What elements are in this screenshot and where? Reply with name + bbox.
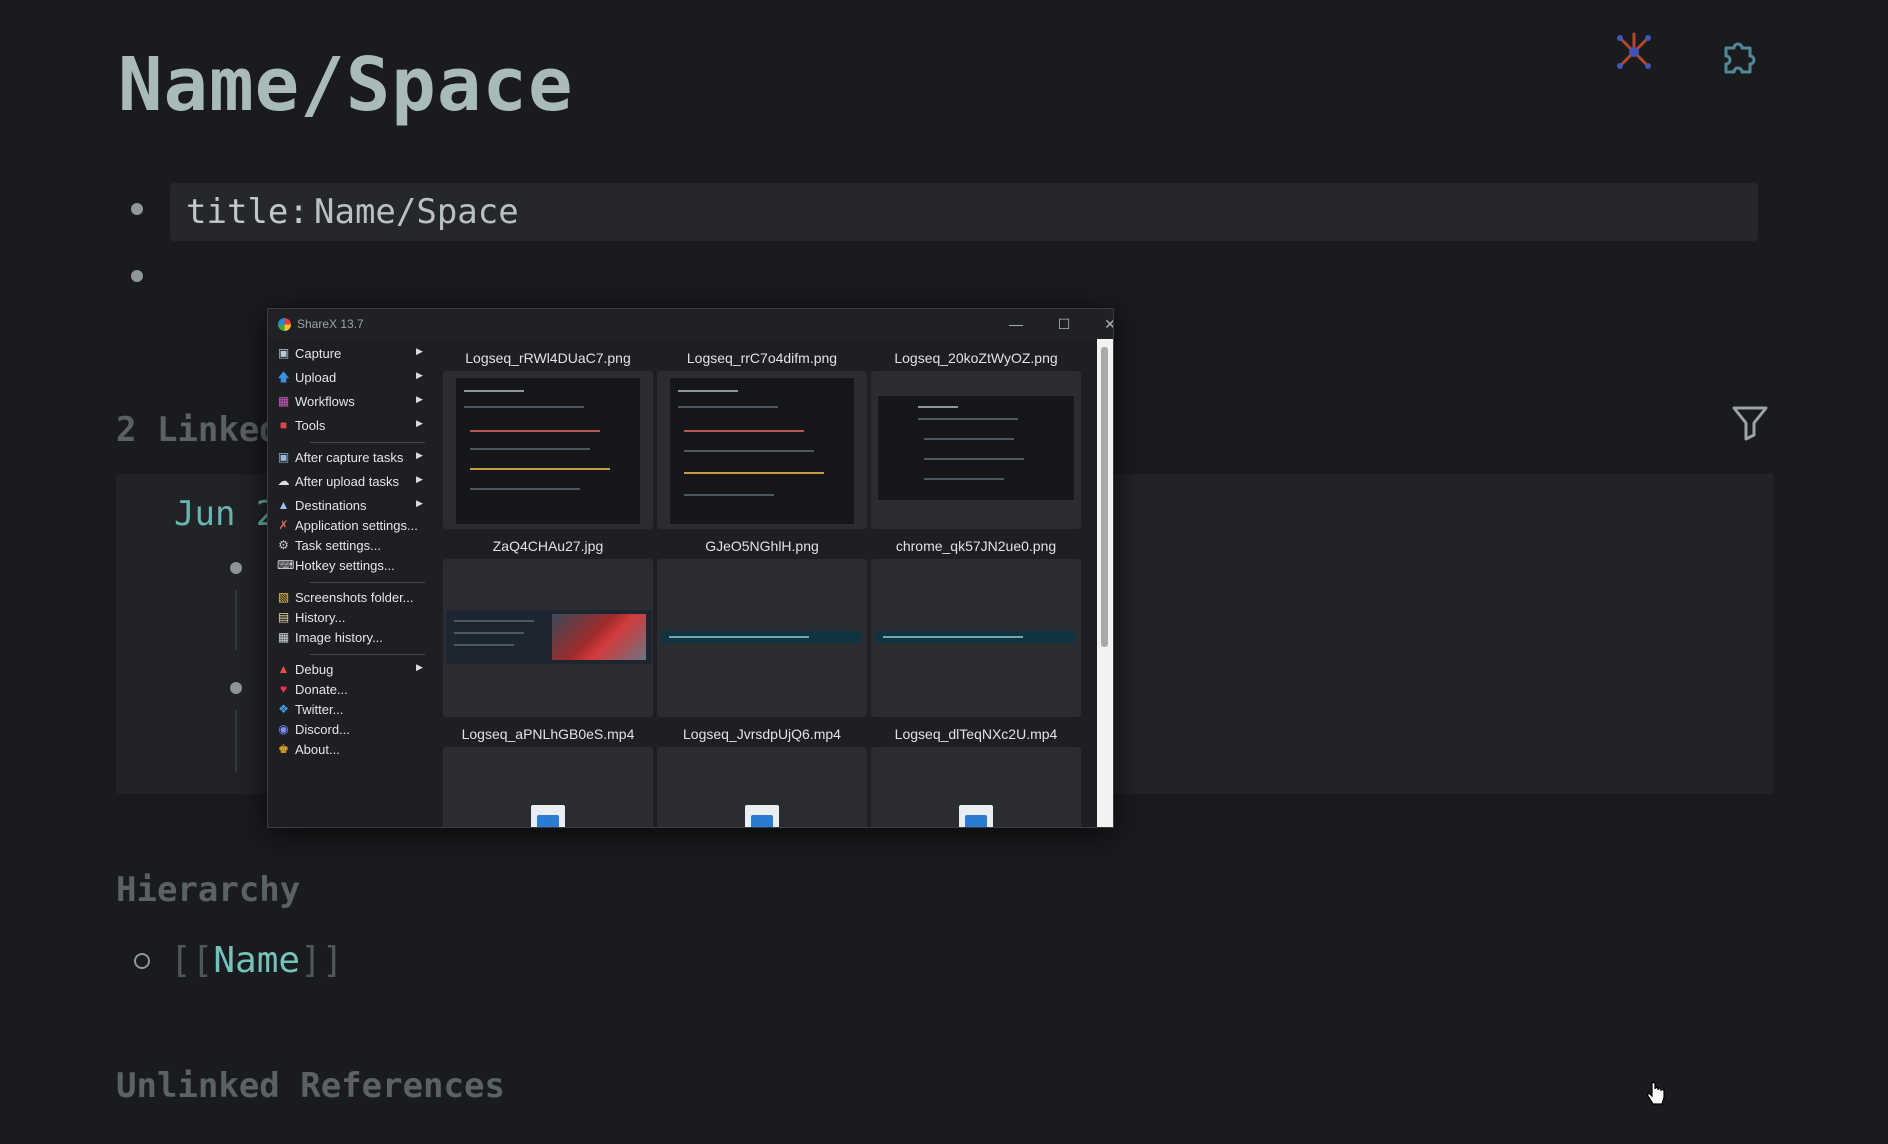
- logseq-screenshot-thumbnail: [443, 371, 653, 529]
- scrollbar-thumb[interactable]: [1101, 347, 1108, 647]
- block-bullet[interactable]: [131, 203, 143, 215]
- destinations-icon: ▲: [277, 498, 290, 512]
- sharex-window[interactable]: ShareX 13.7 — ☐ ✕ ▣Capture▶ 🡅Upload▶ ▦Wo…: [267, 308, 1114, 828]
- debug-icon: ▲: [277, 662, 290, 676]
- minimize-button[interactable]: —: [996, 313, 1036, 335]
- submenu-arrow-icon: ▶: [416, 450, 423, 460]
- video-file-icon: [531, 805, 565, 827]
- video-file-icon: [959, 805, 993, 827]
- unlinked-references-heading[interactable]: Unlinked References: [116, 1066, 505, 1106]
- tools-icon: ■: [279, 418, 288, 432]
- file-tile[interactable]: Logseq_aPNLhGB0eS.mp4: [443, 721, 653, 827]
- puzzle-icon[interactable]: [1716, 34, 1760, 78]
- capture-icon: ▣: [277, 346, 290, 360]
- menu-separator: [310, 654, 425, 655]
- logseq-screenshot-thumbnail: [657, 371, 867, 529]
- file-tile[interactable]: Logseq_rRWl4DUaC7.png: [443, 345, 653, 529]
- menu-item-upload[interactable]: 🡅 Upload ▶: [268, 366, 433, 390]
- file-tile[interactable]: chrome_qk57JN2ue0.png: [871, 533, 1081, 717]
- menu-separator: [310, 582, 425, 583]
- folder-icon: ▧: [277, 590, 290, 604]
- submenu-arrow-icon: ▶: [416, 346, 423, 356]
- file-name: Logseq_20koZtWyOZ.png: [894, 350, 1058, 366]
- submenu-arrow-icon: ▶: [416, 498, 423, 508]
- video-file-thumbnail: [657, 747, 867, 827]
- logseq-screenshot-thumbnail: [871, 371, 1081, 529]
- submenu-arrow-icon: ▶: [416, 662, 423, 672]
- video-file-icon: [745, 805, 779, 827]
- hierarchy-bullet: [134, 953, 150, 969]
- file-name: Logseq_dlTeqNXc2U.mp4: [894, 726, 1058, 742]
- file-tile[interactable]: Logseq_rrC7o4difm.png: [657, 345, 867, 529]
- heart-icon: ♥: [279, 682, 288, 696]
- video-file-thumbnail: [871, 747, 1081, 827]
- menu-item-after-capture-tasks[interactable]: ▣ After capture tasks ▶: [268, 446, 433, 470]
- sharex-main-menu: ▣ Capture ▶ 🡅 Upload ▶ ▦ Workflows ▶ ■ Tools ▶ ▣…: [268, 339, 433, 827]
- upload-icon: 🡅: [277, 370, 290, 384]
- hierarchy-item-name[interactable]: Name: [213, 940, 300, 981]
- property-key: title:: [186, 192, 309, 232]
- image-history-icon: ▦: [277, 630, 290, 644]
- hotkey-settings-icon: ⌨: [277, 558, 295, 572]
- page-title[interactable]: Name/Space: [118, 42, 574, 128]
- hierarchy-heading: Hierarchy: [116, 870, 301, 910]
- bracket-open: [[: [170, 940, 214, 981]
- reference-block-bullet[interactable]: [230, 682, 242, 694]
- submenu-arrow-icon: ▶: [416, 394, 423, 404]
- sharex-titlebar[interactable]: ShareX 13.7 — ☐ ✕: [268, 309, 1113, 339]
- graph-icon[interactable]: [1612, 30, 1656, 74]
- sharex-logo-icon: [278, 318, 291, 331]
- file-name: ZaQ4CHAu27.jpg: [492, 538, 604, 554]
- bracket-close: ]]: [300, 940, 344, 981]
- file-tile[interactable]: Logseq_JvrsdpUjQ6.mp4: [657, 721, 867, 827]
- video-file-thumbnail: [443, 747, 653, 827]
- reference-block-bullet[interactable]: [230, 562, 242, 574]
- task-settings-icon: ⚙: [278, 538, 289, 552]
- empty-block-bullet[interactable]: [131, 270, 143, 282]
- menu-item-workflows[interactable]: ▦ Workflows ▶: [268, 390, 433, 414]
- filter-icon[interactable]: [1730, 402, 1770, 442]
- maximize-button[interactable]: ☐: [1044, 313, 1084, 335]
- close-button[interactable]: ✕: [1090, 313, 1113, 335]
- submenu-arrow-icon: ▶: [416, 370, 423, 380]
- crown-icon: ♚: [278, 742, 289, 756]
- after-upload-icon: ☁: [277, 474, 290, 488]
- sharex-window-title: ShareX 13.7: [297, 317, 364, 331]
- menu-item-image-history[interactable]: ▦ Image history...: [268, 626, 433, 650]
- workflows-icon: ▦: [277, 394, 290, 408]
- file-tile[interactable]: Logseq_dlTeqNXc2U.mp4: [871, 721, 1081, 827]
- thread-line: [235, 590, 237, 650]
- linked-references-heading[interactable]: 2 Linked: [116, 410, 280, 450]
- thread-line: [235, 710, 237, 772]
- property-value: Name/Space: [314, 192, 519, 232]
- file-path-strip-thumbnail: [871, 559, 1081, 717]
- file-tile[interactable]: Logseq_20koZtWyOZ.png: [871, 345, 1081, 529]
- after-capture-icon: ▣: [277, 450, 290, 464]
- file-name: chrome_qk57JN2ue0.png: [895, 538, 1057, 554]
- menu-item-hotkey-settings[interactable]: ⌨ Hotkey settings...: [268, 554, 433, 578]
- twitter-icon: ❖: [278, 702, 289, 716]
- photo-screenshot-thumbnail: [443, 559, 653, 717]
- menu-item-capture[interactable]: ▣ Capture ▶: [268, 342, 433, 366]
- file-name: Logseq_rrC7o4difm.png: [686, 350, 838, 366]
- submenu-arrow-icon: ▶: [416, 474, 423, 484]
- menu-separator: [310, 442, 425, 443]
- menu-item-tools[interactable]: ■ Tools ▶: [268, 414, 433, 438]
- hand-cursor-icon: [1647, 1082, 1665, 1105]
- file-tile[interactable]: GJeO5NGhlH.png: [657, 533, 867, 717]
- discord-icon: ◉: [278, 722, 289, 736]
- menu-item-about[interactable]: ♚ About...: [268, 738, 433, 762]
- history-icon: ▤: [277, 610, 290, 624]
- menu-item-after-upload-tasks[interactable]: ☁ After upload tasks ▶: [268, 470, 433, 494]
- file-path-strip-thumbnail: [657, 559, 867, 717]
- file-name: Logseq_JvrsdpUjQ6.mp4: [683, 726, 841, 742]
- file-tile[interactable]: ZaQ4CHAu27.jpg: [443, 533, 653, 717]
- file-name: Logseq_aPNLhGB0eS.mp4: [461, 726, 635, 742]
- hierarchy-link[interactable]: [[Name]]: [170, 940, 343, 981]
- reference-date-link[interactable]: Jun 2: [174, 494, 276, 534]
- submenu-arrow-icon: ▶: [416, 418, 423, 428]
- file-name: GJeO5NGhlH.png: [705, 538, 819, 554]
- file-name: Logseq_rRWl4DUaC7.png: [465, 350, 631, 366]
- app-settings-icon: ✗: [278, 518, 289, 532]
